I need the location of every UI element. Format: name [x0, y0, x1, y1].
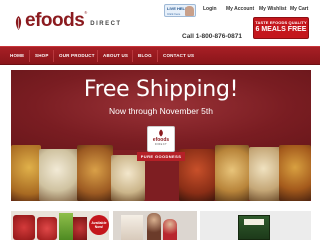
nav-item-shop[interactable]: SHOP: [35, 53, 49, 58]
available-now-badge: Available Now!: [89, 215, 109, 235]
peppers-image: [73, 217, 87, 240]
nav-item-contact-us[interactable]: CONTACT US: [163, 53, 194, 58]
person-image: [163, 219, 177, 240]
leaf-icon: [159, 129, 163, 137]
brand-name: efoods: [25, 10, 85, 31]
greens-image: [59, 213, 73, 240]
food-image: [111, 155, 145, 201]
nav-divider: [53, 50, 54, 62]
product-promo-tile[interactable]: [200, 211, 311, 240]
my-account-link[interactable]: My Account: [226, 6, 254, 12]
food-image: [39, 149, 79, 201]
nav-item-blog[interactable]: BLOG: [138, 53, 152, 58]
leaf-icon: [15, 16, 22, 30]
brand-trademark: ®: [84, 10, 88, 15]
live-help-button[interactable]: LIVE HELP Click here: [164, 4, 196, 17]
efoods-badge: efoods DIRECT: [147, 126, 175, 152]
live-help-subtitle: Click here: [167, 12, 181, 16]
brand-logo[interactable]: efoods ® DIRECT: [14, 7, 122, 31]
food-image: [249, 147, 281, 201]
hero-subline: Now through November 5th: [109, 106, 213, 116]
free-meals-promo-button[interactable]: TASTE EFOODS QUALITY 6 MEALS FREE: [253, 17, 309, 39]
nav-item-about-us[interactable]: ABOUT US: [103, 53, 128, 58]
hero-banner[interactable]: Free Shipping! Now through November 5th …: [11, 70, 311, 201]
food-image: [11, 145, 41, 201]
my-cart-link[interactable]: My Cart: [290, 6, 308, 12]
badge-sub: DIRECT: [154, 143, 168, 146]
tomatoes-image: [37, 217, 57, 240]
brand-suffix: DIRECT: [90, 21, 122, 27]
food-image: [215, 145, 249, 201]
nav-divider: [29, 50, 30, 62]
my-wishlist-link[interactable]: My Wishlist: [259, 6, 286, 12]
person-image: [147, 213, 161, 240]
login-link[interactable]: Login: [203, 6, 217, 12]
support-agent-avatar: [185, 6, 194, 16]
kitchen-image: [121, 215, 143, 240]
produce-promo-tile[interactable]: Available Now!: [11, 211, 109, 240]
promo-line-2: 6 MEALS FREE: [255, 26, 307, 33]
nav-divider: [97, 50, 98, 62]
food-image: [77, 145, 113, 201]
food-image: [279, 145, 311, 201]
nav-item-our-product[interactable]: OUR PRODUCT: [59, 53, 95, 58]
family-promo-tile[interactable]: [113, 211, 197, 240]
main-nav: HOME SHOP OUR PRODUCT ABOUT US BLOG CONT…: [0, 46, 320, 65]
product-label-image: [244, 219, 264, 225]
hero-headline: Free Shipping!: [83, 77, 239, 102]
nav-divider: [132, 50, 133, 62]
promo-line-1: TASTE EFOODS QUALITY: [255, 20, 307, 25]
nav-divider: [157, 50, 158, 62]
strawberries-image: [13, 215, 35, 240]
nav-item-home[interactable]: HOME: [10, 53, 24, 58]
phone-number: Call 1-800-876-0871: [182, 33, 242, 40]
pure-goodness-ribbon: PURE GOODNESS: [137, 152, 185, 161]
